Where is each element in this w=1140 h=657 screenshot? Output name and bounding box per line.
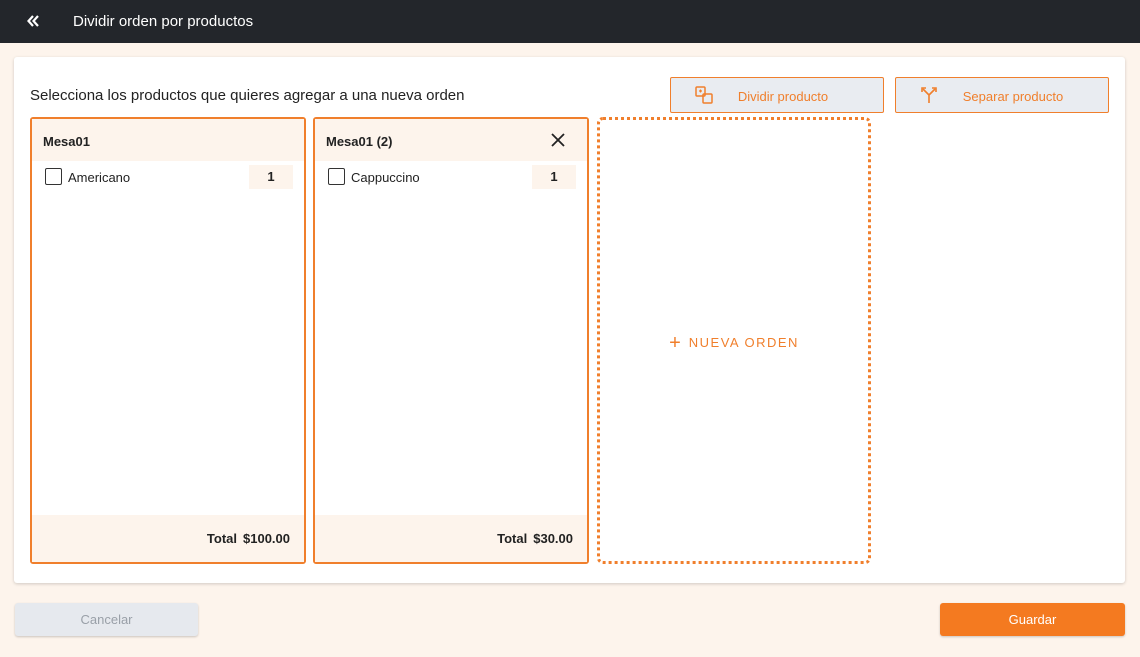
- order-footer: Total $30.00: [315, 515, 587, 562]
- item-checkbox[interactable]: [328, 168, 345, 185]
- cancel-button[interactable]: Cancelar: [15, 603, 198, 636]
- back-button[interactable]: [22, 10, 44, 32]
- order-title: Mesa01: [43, 134, 90, 149]
- order-column-1: Mesa01 Americano 1 Total $100.00: [30, 117, 306, 564]
- separar-producto-button[interactable]: Separar producto: [895, 77, 1109, 113]
- item-name: Cappuccino: [351, 170, 420, 185]
- top-bar: Dividir orden por productos: [0, 0, 1140, 43]
- dividir-producto-button[interactable]: Dividir producto: [670, 77, 884, 113]
- total-value: $100.00: [243, 531, 290, 546]
- new-order-label: NUEVA ORDEN: [688, 335, 799, 350]
- new-order-content: + NUEVA ORDEN: [600, 332, 868, 355]
- total-label: Total: [497, 531, 528, 546]
- order-footer: Total $100.00: [32, 515, 304, 562]
- order-column-2: Mesa01 (2) Cappuccino 1 Total $30.00: [313, 117, 589, 564]
- save-button[interactable]: Guardar: [940, 603, 1125, 636]
- total-label: Total: [206, 531, 237, 546]
- order-item[interactable]: Americano 1: [32, 161, 304, 195]
- plus-icon: +: [669, 332, 681, 354]
- item-name: Americano: [68, 170, 131, 185]
- instruction-text: Selecciona los productos que quieres agr…: [30, 87, 465, 104]
- item-checkbox[interactable]: [45, 168, 62, 185]
- total-value: $30.00: [533, 531, 573, 546]
- new-order-button[interactable]: + NUEVA ORDEN: [597, 117, 871, 564]
- double-chevron-left-icon: [27, 15, 39, 27]
- split-order-panel: Selecciona los productos que quieres agr…: [14, 57, 1125, 583]
- order-header: Mesa01: [32, 119, 304, 161]
- item-quantity: 1: [249, 165, 293, 189]
- order-title: Mesa01 (2): [326, 134, 393, 149]
- order-total: Total $30.00: [497, 531, 573, 546]
- order-total: Total $100.00: [207, 531, 290, 546]
- order-header: Mesa01 (2): [315, 119, 587, 161]
- dividir-producto-label: Dividir producto: [737, 89, 829, 104]
- separar-producto-label: Separar producto: [962, 89, 1064, 104]
- order-item[interactable]: Cappuccino 1: [315, 161, 587, 195]
- item-quantity: 1: [532, 165, 576, 189]
- close-icon[interactable]: [549, 131, 567, 149]
- page-title: Dividir orden por productos: [73, 13, 254, 30]
